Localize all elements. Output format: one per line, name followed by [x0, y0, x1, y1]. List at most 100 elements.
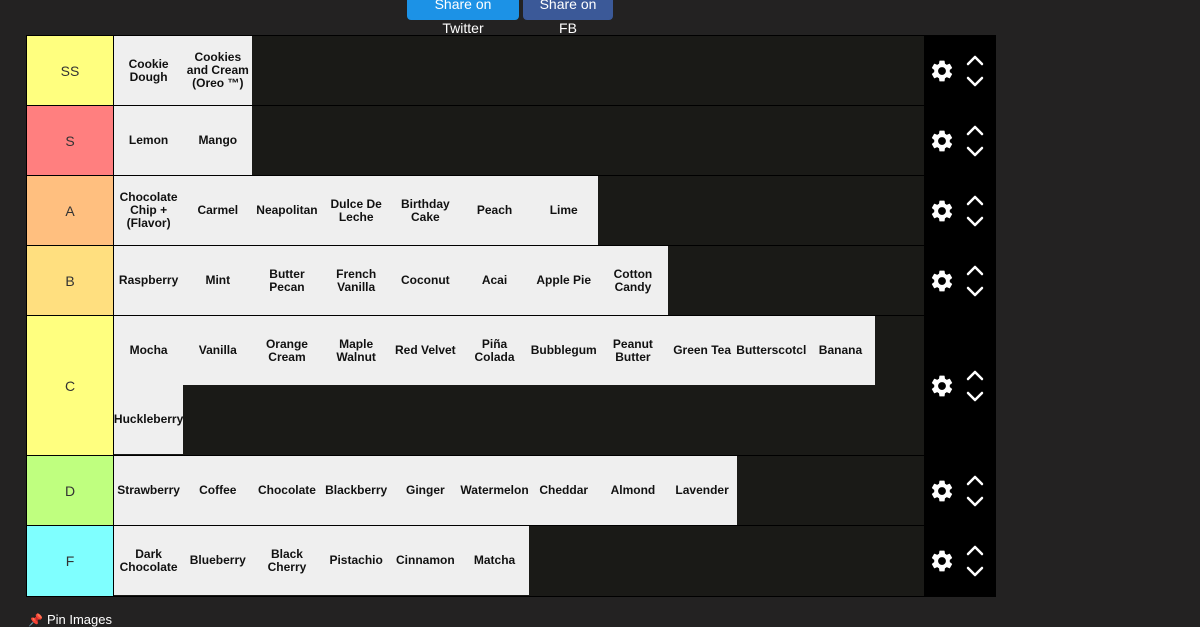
tier-item[interactable]: Butter Pecan	[252, 246, 322, 315]
tier-item[interactable]: Orange Cream	[252, 316, 322, 385]
move-arrows	[965, 53, 985, 89]
tier-item[interactable]: Chocolate Chip + (Flavor)	[114, 176, 184, 245]
tier-item[interactable]: Carmel	[183, 176, 253, 245]
gear-icon[interactable]	[929, 548, 955, 574]
tier-item[interactable]: Acai	[459, 246, 530, 315]
tier-controls	[924, 246, 995, 315]
tier-items-container: Strawberry Coffee Chocolate Blackberry Ginge…	[114, 456, 924, 525]
gear-icon[interactable]	[929, 58, 955, 84]
tier-items-container: Dark Chocolate Blueberry Black Cherry Pista…	[114, 526, 924, 596]
pushpin-icon: 📌	[28, 612, 43, 627]
tier-item[interactable]: Mango	[183, 106, 253, 175]
chevron-down-icon[interactable]	[965, 75, 985, 89]
tier-item[interactable]: Mocha	[114, 316, 184, 385]
gear-icon[interactable]	[929, 128, 955, 154]
tier-item[interactable]: Cookie Dough	[114, 36, 184, 105]
tier-item[interactable]: Banana	[805, 316, 876, 385]
chevron-up-icon[interactable]	[965, 123, 985, 137]
tier-item[interactable]: Mint	[183, 246, 253, 315]
tier-item[interactable]: Matcha	[459, 526, 530, 595]
tier-item[interactable]: Coffee	[183, 456, 253, 525]
tier-item[interactable]: Dulce De Leche	[321, 176, 391, 245]
tier-label[interactable]: D	[27, 456, 114, 525]
tier-label[interactable]: B	[27, 246, 114, 315]
tier-item[interactable]: French Vanilla	[321, 246, 391, 315]
tier-item[interactable]: Blueberry	[183, 526, 253, 595]
tier-row-s: S Lemon Mango	[27, 106, 995, 176]
tier-row-b: B Raspberry Mint Butter Pecan French Vanilla…	[27, 246, 995, 316]
tier-item[interactable]: Piña Colada	[459, 316, 530, 385]
chevron-up-icon[interactable]	[965, 193, 985, 207]
chevron-down-icon[interactable]	[965, 215, 985, 229]
tier-item[interactable]: Bubblegum	[529, 316, 599, 385]
share-twitter-button[interactable]: Share on Twitter	[407, 0, 519, 36]
chevron-up-icon[interactable]	[965, 53, 985, 67]
move-arrows	[965, 543, 985, 579]
tier-item[interactable]: Peanut Butter	[598, 316, 668, 385]
tier-controls	[924, 106, 995, 175]
tier-item[interactable]: Black Cherry	[252, 526, 322, 595]
tier-item[interactable]: Huckleberry	[114, 385, 184, 454]
chevron-down-icon[interactable]	[965, 390, 985, 404]
tier-label[interactable]: SS	[27, 36, 114, 105]
gear-icon[interactable]	[929, 268, 955, 294]
tier-row-d: D Strawberry Coffee Chocolate Blackberry Ging…	[27, 456, 995, 526]
tier-item[interactable]: Cookies and Cream (Oreo ™)	[183, 36, 253, 105]
pin-images-label: Pin Images	[46, 612, 112, 627]
tier-item[interactable]: Blackberry	[321, 456, 391, 525]
tier-item[interactable]: Lavender	[667, 456, 737, 525]
tier-row-c: C Mocha Vanilla Orange Cream Maple Walnut Red…	[27, 316, 995, 456]
tier-item[interactable]: Strawberry	[114, 456, 184, 525]
tier-row-f: F Dark Chocolate Blueberry Black Cherry Pist…	[27, 526, 995, 596]
tier-controls	[924, 526, 995, 596]
tier-item[interactable]: Chocolate	[252, 456, 322, 525]
gear-icon[interactable]	[929, 478, 955, 504]
gear-icon[interactable]	[929, 198, 955, 224]
tier-item[interactable]: Red Velvet	[390, 316, 460, 385]
tier-item[interactable]: Maple Walnut	[321, 316, 391, 385]
tier-item[interactable]: Butterscotcl	[736, 316, 806, 385]
tier-item[interactable]: Cinnamon	[390, 526, 460, 595]
tier-controls	[924, 36, 995, 105]
chevron-up-icon[interactable]	[965, 263, 985, 277]
chevron-up-icon[interactable]	[965, 368, 985, 382]
gear-icon[interactable]	[929, 373, 955, 399]
tier-items-container: Chocolate Chip + (Flavor) Carmel Neapolita…	[114, 176, 924, 245]
tier-item[interactable]: Coconut	[390, 246, 460, 315]
tier-item[interactable]: Cotton Candy	[598, 246, 668, 315]
tier-item[interactable]: Birthday Cake	[390, 176, 460, 245]
tier-item[interactable]: Pistachio	[321, 526, 391, 595]
tier-items-container: Lemon Mango	[114, 106, 924, 175]
tier-item[interactable]: Ginger	[390, 456, 460, 525]
chevron-down-icon[interactable]	[965, 285, 985, 299]
tier-item[interactable]: Lime	[529, 176, 599, 245]
pin-images-option[interactable]: 📌 Pin Images	[28, 612, 112, 627]
share-fb-button[interactable]: Share on FB	[523, 0, 613, 36]
tier-controls	[924, 176, 995, 245]
tier-label[interactable]: F	[27, 526, 114, 596]
tier-row-ss: SS Cookie Dough Cookies and Cream (Oreo ™)	[27, 36, 995, 106]
move-arrows	[965, 368, 985, 404]
tier-item[interactable]: Cheddar	[529, 456, 599, 525]
tier-item[interactable]: Vanilla	[183, 316, 253, 385]
tier-item[interactable]: Raspberry	[114, 246, 184, 315]
tier-item[interactable]: Peach	[459, 176, 530, 245]
tier-item[interactable]: Green Tea	[667, 316, 737, 385]
tier-item[interactable]: Lemon	[114, 106, 184, 175]
tier-label[interactable]: S	[27, 106, 114, 175]
tier-label[interactable]: A	[27, 176, 114, 245]
tier-item[interactable]: Almond	[598, 456, 668, 525]
tier-item[interactable]: Apple Pie	[529, 246, 599, 315]
tier-item[interactable]: Watermelon	[459, 456, 530, 525]
chevron-down-icon[interactable]	[965, 495, 985, 509]
chevron-down-icon[interactable]	[965, 565, 985, 579]
chevron-up-icon[interactable]	[965, 473, 985, 487]
tier-item[interactable]: Neapolitan	[252, 176, 322, 245]
tier-item[interactable]: Dark Chocolate	[114, 526, 184, 595]
tier-items-container: Raspberry Mint Butter Pecan French Vanilla C…	[114, 246, 924, 315]
chevron-down-icon[interactable]	[965, 145, 985, 159]
tier-items-container: Mocha Vanilla Orange Cream Maple Walnut Red …	[114, 316, 924, 455]
chevron-up-icon[interactable]	[965, 543, 985, 557]
move-arrows	[965, 193, 985, 229]
tier-label[interactable]: C	[27, 316, 114, 455]
